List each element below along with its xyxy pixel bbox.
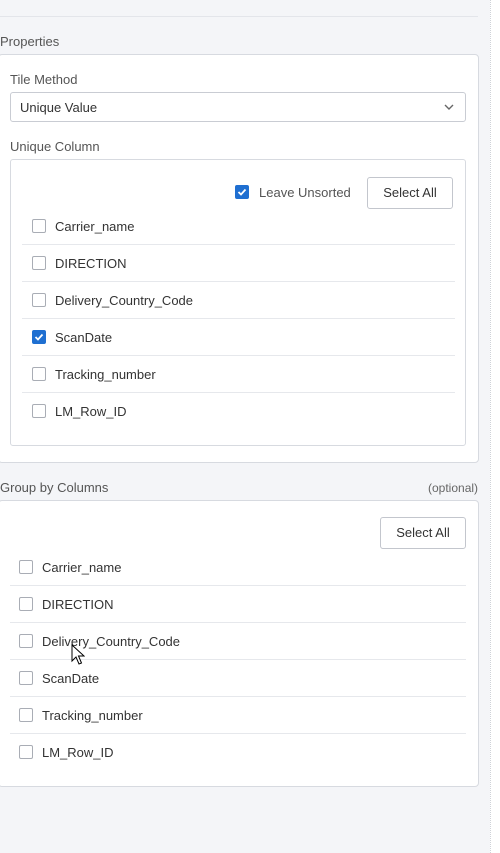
checkmark-icon (237, 188, 247, 196)
optional-hint: (optional) (428, 481, 479, 495)
group-by-title: Group by Columns (0, 480, 109, 495)
group-by-item-row[interactable]: Carrier_name (10, 549, 466, 586)
mouse-cursor-icon (71, 644, 85, 665)
checkmark-icon (34, 333, 44, 341)
unique-column-item-row[interactable]: ScanDate (22, 319, 455, 356)
unique-column-item-row[interactable]: Delivery_Country_Code (22, 282, 455, 319)
unique-column-item-checkbox[interactable] (32, 367, 46, 381)
top-divider (0, 0, 478, 17)
group-by-item-row[interactable]: Tracking_number (10, 697, 466, 734)
unique-column-item-row[interactable]: DIRECTION (22, 245, 455, 282)
group-by-item-row[interactable]: LM_Row_ID (10, 734, 466, 771)
chevron-down-icon (444, 104, 454, 110)
group-by-item-checkbox[interactable] (19, 745, 33, 759)
unique-column-item-label: Carrier_name (55, 219, 135, 234)
unique-column-item-label: Delivery_Country_Code (55, 293, 194, 308)
group-by-item-checkbox[interactable] (19, 597, 33, 611)
leave-unsorted-checkbox[interactable] (235, 185, 249, 199)
scroll-edge (490, 0, 500, 853)
group-select-all-button[interactable]: Select All (380, 517, 466, 549)
unique-column-item-label: Tracking_number (55, 367, 156, 382)
unique-select-all-button[interactable]: Select All (367, 177, 453, 209)
leave-unsorted-label[interactable]: Leave Unsorted (259, 185, 351, 200)
unique-column-item-checkbox[interactable] (32, 293, 46, 307)
group-by-item-row[interactable]: DIRECTION (10, 586, 466, 623)
group-by-item-checkbox[interactable] (19, 671, 33, 685)
unique-column-label: Unique Column (10, 139, 100, 154)
unique-column-item-checkbox[interactable] (32, 219, 46, 233)
group-by-item-label: LM_Row_ID (42, 745, 114, 760)
unique-column-item-label: ScanDate (55, 330, 113, 345)
group-by-item-label: Tracking_number (42, 708, 143, 723)
tile-method-select[interactable]: Unique Value (10, 92, 466, 122)
unique-column-item-checkbox[interactable] (32, 404, 46, 418)
unique-column-item-label: DIRECTION (55, 256, 127, 271)
tile-method-label: Tile Method (10, 72, 78, 87)
unique-column-item-row[interactable]: LM_Row_ID (22, 393, 455, 430)
unique-column-item-label: LM_Row_ID (55, 404, 127, 419)
group-by-item-checkbox[interactable] (19, 560, 33, 574)
group-by-item-checkbox[interactable] (19, 634, 33, 648)
unique-column-item-checkbox[interactable] (32, 330, 46, 344)
group-by-item-label: Delivery_Country_Code (42, 634, 181, 649)
unique-column-item-row[interactable]: Carrier_name (22, 208, 455, 245)
tile-method-value: Unique Value (20, 100, 98, 115)
group-by-item-checkbox[interactable] (19, 708, 33, 722)
properties-title: Properties (0, 34, 60, 49)
group-by-item-label: DIRECTION (42, 597, 114, 612)
group-by-item-label: ScanDate (42, 671, 100, 686)
group-by-item-label: Carrier_name (42, 560, 122, 575)
unique-column-item-checkbox[interactable] (32, 256, 46, 270)
unique-column-item-row[interactable]: Tracking_number (22, 356, 455, 393)
